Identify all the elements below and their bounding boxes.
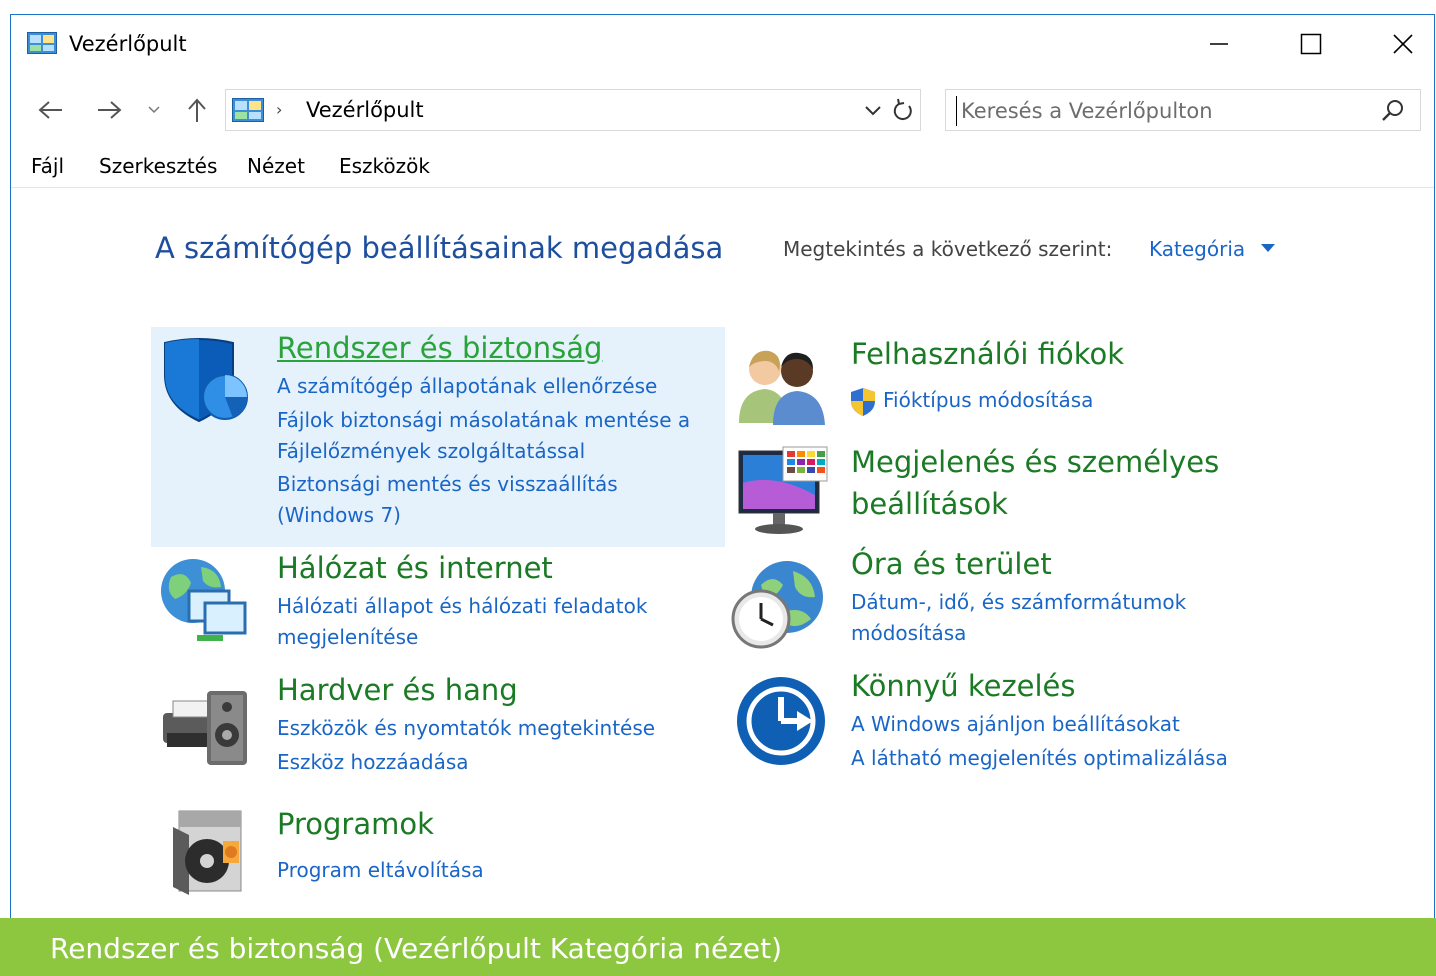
chevron-down-icon[interactable] [862,98,884,122]
menu-view[interactable]: Nézet [247,154,305,178]
caption-bar: Rendszer és biztonság (Vezérlőpult Kateg… [0,918,1436,976]
link-uninstall-program[interactable]: Program eltávolítása [277,855,717,885]
window-title: Vezérlőpult [69,32,187,56]
close-icon [1393,34,1413,54]
link-change-account-type[interactable]: Fióktípus módosítása [883,385,1283,415]
clock-globe-icon[interactable] [727,555,827,651]
minimize-icon [1210,43,1228,45]
link-network-status[interactable]: Hálózati állapot és hálózati feladatok m… [277,591,697,653]
link-optimize-visual-display[interactable]: A látható megjelenítés optimalizálása [851,743,1291,773]
maximize-button[interactable] [1265,19,1357,69]
recent-locations-button[interactable] [143,93,165,127]
chevron-down-icon [148,106,160,114]
address-bar[interactable]: › Vezérlőpult [225,89,921,131]
view-by-dropdown[interactable]: Kategória [1149,237,1245,261]
category-title-programs[interactable]: Programok [277,807,434,841]
category-title-hardware[interactable]: Hardver és hang [277,673,518,707]
ease-of-access-icon[interactable] [735,675,827,767]
menu-bar: Fájl Szerkesztés Nézet Eszközök [11,151,1434,188]
menu-tools[interactable]: Eszközök [339,154,430,178]
caption-text: Rendszer és biztonság (Vezérlőpult Kateg… [50,932,783,965]
title-bar: Vezérlőpult [11,15,1434,73]
link-date-time-formats[interactable]: Dátum-, idő, és számformátumok módosítás… [851,587,1231,649]
arrow-up-icon [188,98,206,122]
link-file-history[interactable]: Fájlok biztonsági másolatának mentése a … [277,405,717,467]
display-icon[interactable] [735,443,831,539]
close-button[interactable] [1357,19,1436,69]
arrow-left-icon [38,101,62,119]
users-icon[interactable] [735,345,831,425]
network-icon[interactable] [157,555,253,645]
back-button[interactable] [33,93,69,127]
breadcrumb-separator[interactable]: › [276,100,282,119]
minimize-button[interactable] [1173,19,1265,69]
breadcrumb-item[interactable]: Vezérlőpult [306,98,424,122]
search-input[interactable] [956,96,1373,126]
uac-shield-icon [851,388,875,416]
link-backup-restore[interactable]: Biztonsági mentés és visszaállítás (Wind… [277,469,717,531]
control-panel-icon [232,98,264,122]
category-title-system-security[interactable]: Rendszer és biztonság [277,331,602,365]
navigation-bar: › Vezérlőpult [11,87,1434,135]
control-panel-icon [27,32,57,54]
link-add-device[interactable]: Eszköz hozzáadása [277,747,717,777]
search-icon[interactable] [1380,98,1406,124]
shield-icon[interactable] [159,335,249,425]
link-windows-suggest-settings[interactable]: A Windows ajánljon beállításokat [851,709,1291,739]
category-title-appearance[interactable]: Megjelenés és személyes beállítások [851,441,1271,525]
link-check-status[interactable]: A számítógép állapotának ellenőrzése [277,371,717,401]
control-panel-window: Vezérlőpult › Vezérlőpult Keresés a Vezé… [10,14,1435,918]
printer-speaker-icon[interactable] [159,675,255,771]
menu-file[interactable]: Fájl [31,154,64,178]
caret-down-icon[interactable] [1261,243,1275,253]
programs-icon[interactable] [169,805,253,897]
menu-edit[interactable]: Szerkesztés [99,154,217,178]
up-button[interactable] [181,93,213,127]
view-by-label: Megtekintés a következő szerint: [783,237,1113,261]
page-title: A számítógép beállításainak megadása [155,231,724,265]
search-box [945,89,1421,131]
category-title-network[interactable]: Hálózat és internet [277,551,553,585]
maximize-icon [1300,33,1322,55]
category-title-ease-of-access[interactable]: Könnyű kezelés [851,669,1076,703]
category-title-user-accounts[interactable]: Felhasználói fiókok [851,337,1124,371]
forward-button[interactable] [91,93,127,127]
refresh-icon[interactable] [890,96,916,124]
category-title-clock-region[interactable]: Óra és terület [851,547,1052,581]
arrow-right-icon [98,101,122,119]
link-devices-printers[interactable]: Eszközök és nyomtatók megtekintése [277,713,717,743]
